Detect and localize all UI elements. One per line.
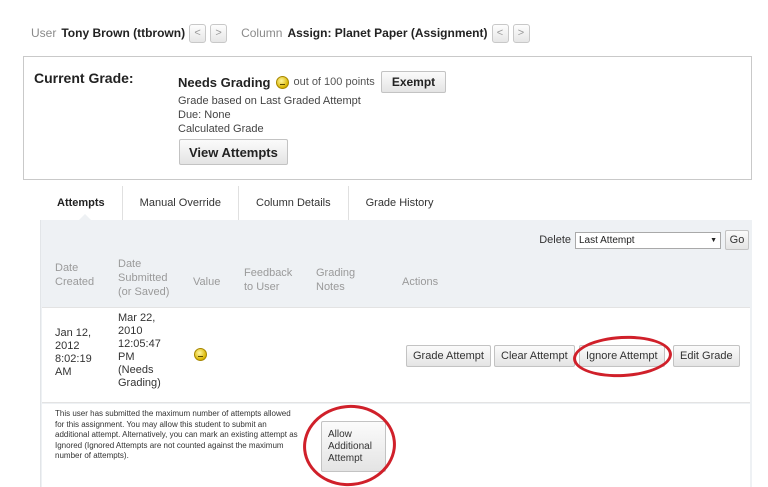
exempt-button[interactable]: Exempt bbox=[380, 71, 447, 93]
cell-line: Grading) bbox=[118, 377, 161, 389]
context-bar: User Tony Brown (ttbrown) < > Column Ass… bbox=[31, 22, 530, 44]
current-grade-label: Current Grade: bbox=[34, 70, 134, 86]
next-user-button[interactable]: > bbox=[210, 23, 228, 43]
header-line: Date bbox=[118, 258, 142, 270]
column-label: Column bbox=[241, 26, 283, 40]
header-line: Feedback bbox=[244, 267, 293, 279]
dropdown-caret-icon: ▼ bbox=[710, 236, 717, 244]
current-grade-box: Current Grade: Needs Grading out of 100 … bbox=[23, 56, 752, 180]
grade-status: Needs Grading bbox=[178, 74, 271, 90]
header-line: Notes bbox=[316, 281, 345, 293]
button-line: Allow bbox=[328, 428, 352, 440]
points-possible: out of 100 points bbox=[293, 76, 375, 88]
chevron-right-icon: > bbox=[517, 27, 525, 39]
user-label: User bbox=[31, 26, 57, 40]
delete-controls: Delete Last Attempt ▼ Go bbox=[539, 230, 749, 250]
allow-additional-attempt-button[interactable]: Allow Additional Attempt bbox=[321, 421, 386, 472]
cell-line: 8:02:19 bbox=[55, 353, 92, 365]
header-line: Actions bbox=[402, 276, 439, 288]
needs-grading-icon bbox=[276, 75, 290, 89]
tab-bar: Attempts Manual Override Column Details … bbox=[40, 186, 450, 220]
tab-grade-history[interactable]: Grade History bbox=[349, 186, 451, 220]
view-attempts-button[interactable]: View Attempts bbox=[179, 139, 288, 165]
edit-grade-button[interactable]: Edit Grade bbox=[673, 345, 740, 367]
delete-select[interactable]: Last Attempt ▼ bbox=[575, 231, 721, 249]
user-value: Tony Brown (ttbrown) bbox=[61, 26, 186, 40]
delete-label: Delete bbox=[539, 234, 571, 246]
header-line: (or Saved) bbox=[118, 286, 170, 298]
tab-manual-override[interactable]: Manual Override bbox=[123, 186, 239, 220]
cell-line: Mar 22, bbox=[118, 312, 156, 324]
cell-line: Jan 12, bbox=[55, 327, 92, 339]
chevron-left-icon: < bbox=[496, 27, 504, 39]
header-line: Value bbox=[193, 276, 221, 288]
header-actions: Actions bbox=[402, 275, 438, 289]
header-line: Submitted bbox=[118, 272, 168, 284]
grade-attempt-button[interactable]: Grade Attempt bbox=[406, 345, 491, 367]
header-value: Value bbox=[193, 275, 220, 289]
due-date: Due: None bbox=[178, 109, 231, 121]
header-line: Date bbox=[55, 262, 79, 274]
next-column-button[interactable]: > bbox=[512, 23, 530, 43]
grade-type: Calculated Grade bbox=[178, 123, 264, 135]
clear-attempt-button[interactable]: Clear Attempt bbox=[494, 345, 575, 367]
previous-user-button[interactable]: < bbox=[189, 23, 207, 43]
header-grading-notes: Grading Notes bbox=[316, 266, 355, 294]
header-line: Grading bbox=[316, 267, 356, 279]
header-date-submitted: Date Submitted (or Saved) bbox=[118, 257, 169, 299]
max-attempts-notice: This user has submitted the maximum numb… bbox=[42, 404, 750, 487]
header-line: to User bbox=[244, 281, 280, 293]
header-date-created: Date Created bbox=[55, 261, 94, 289]
tab-column-details[interactable]: Column Details bbox=[239, 186, 349, 220]
grade-status-line: Needs Grading out of 100 points Exempt bbox=[178, 71, 447, 93]
created-date: Jan 12, 2012 8:02:19 AM bbox=[55, 327, 92, 379]
cell-line: 2010 bbox=[118, 325, 143, 337]
button-line: Attempt bbox=[328, 452, 363, 464]
column-value: Assign: Planet Paper (Assignment) bbox=[287, 26, 488, 40]
cell-line: 2012 bbox=[55, 340, 80, 352]
chevron-right-icon: > bbox=[215, 27, 222, 39]
button-line: Additional bbox=[328, 440, 372, 452]
ignore-attempt-button[interactable]: Ignore Attempt bbox=[579, 345, 665, 367]
grade-basis: Grade based on Last Graded Attempt bbox=[178, 95, 361, 107]
header-feedback: Feedback to User bbox=[244, 266, 292, 294]
go-button[interactable]: Go bbox=[725, 230, 749, 250]
previous-column-button[interactable]: < bbox=[491, 23, 509, 43]
delete-select-value: Last Attempt bbox=[579, 234, 635, 246]
header-line: Created bbox=[55, 276, 95, 288]
grade-details: Grade based on Last Graded Attempt Due: … bbox=[178, 94, 361, 136]
max-attempts-text: This user has submitted the maximum numb… bbox=[55, 409, 298, 460]
cell-line: 12:05:47 bbox=[118, 338, 161, 350]
needs-grading-icon[interactable] bbox=[194, 348, 207, 361]
cell-line: PM bbox=[118, 351, 135, 363]
submitted-date: Mar 22, 2010 12:05:47 PM (Needs Grading) bbox=[118, 312, 161, 390]
cell-line: AM bbox=[55, 366, 72, 378]
chevron-left-icon: < bbox=[194, 27, 201, 39]
cell-line: (Needs bbox=[118, 364, 154, 376]
